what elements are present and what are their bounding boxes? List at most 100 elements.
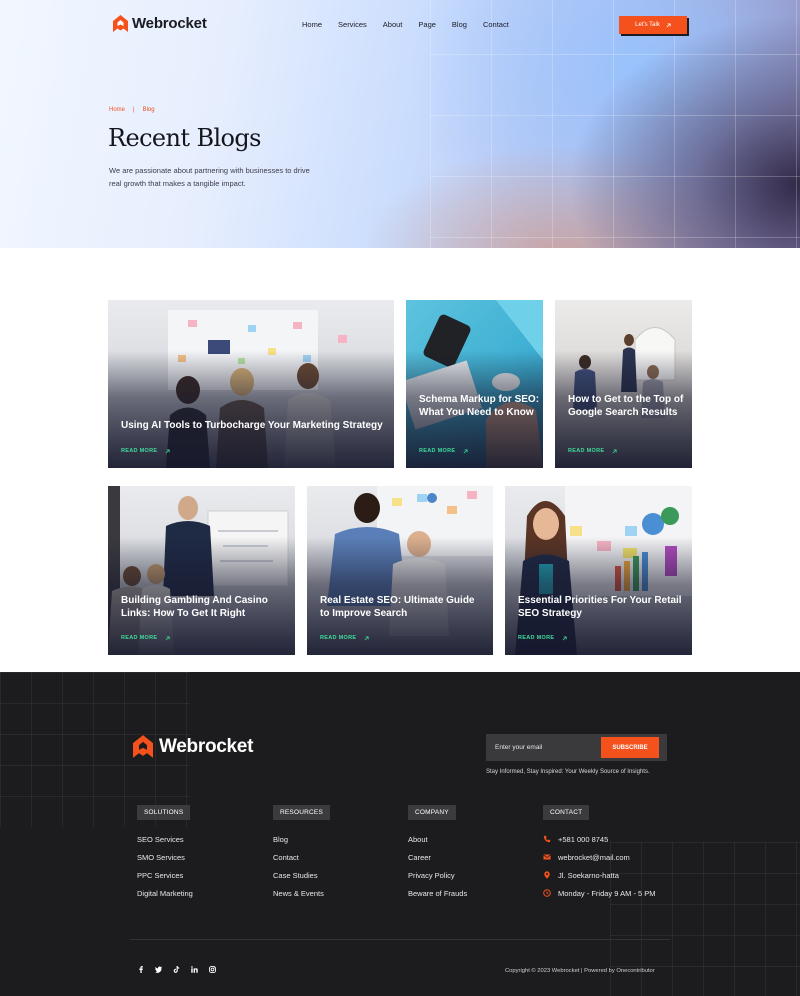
arrow-up-right-icon xyxy=(562,635,567,640)
rocket-logo-icon xyxy=(113,15,128,32)
social-links xyxy=(137,966,216,973)
phone-icon xyxy=(543,835,551,843)
hero-section: Webrocket Home Services About Page Blog … xyxy=(0,0,800,248)
footer-link[interactable]: Digital Marketing xyxy=(137,889,193,907)
contact-phone[interactable]: +581 000 8745 xyxy=(543,835,656,853)
footer-link[interactable]: PPC Services xyxy=(137,871,193,889)
blog-card[interactable]: Building Gambling And Casino Links: How … xyxy=(108,486,295,655)
footer: Webrocket SUBSCRIBE Stay Informed, Stay … xyxy=(0,672,800,996)
blog-card-title[interactable]: How to Get to the Top of Google Search R… xyxy=(568,393,692,419)
logo[interactable]: Webrocket xyxy=(113,15,207,32)
footer-link[interactable]: SMO Services xyxy=(137,853,193,871)
nav-item-contact[interactable]: Contact xyxy=(483,20,509,29)
subscribe-button[interactable]: SUBSCRIBE xyxy=(601,737,659,758)
blog-card-title[interactable]: Essential Priorities For Your Retail SEO… xyxy=(518,594,690,620)
footer-link[interactable]: Case Studies xyxy=(273,871,324,889)
read-more-label: READ MORE xyxy=(121,448,158,454)
breadcrumb: Home | Blog xyxy=(109,107,155,113)
blog-card-title[interactable]: Using AI Tools to Turbocharge Your Marke… xyxy=(121,419,391,432)
footer-heading-company: COMPANY xyxy=(408,805,456,820)
contact-text: Monday - Friday 9 AM - 5 PM xyxy=(558,889,656,898)
read-more-link[interactable]: READ MORE xyxy=(320,635,369,641)
blog-card[interactable]: Real Estate SEO: Ultimate Guide to Impro… xyxy=(307,486,493,655)
page-title: Recent Blogs xyxy=(108,124,261,152)
newsletter-tagline: Stay Informed, Stay Inspired: Your Weekl… xyxy=(486,769,650,775)
arrow-up-right-icon xyxy=(463,448,468,453)
nav-item-page[interactable]: Page xyxy=(418,20,436,29)
read-more-label: READ MORE xyxy=(518,635,555,641)
footer-link[interactable]: Privacy Policy xyxy=(408,871,467,889)
card-overlay xyxy=(406,300,543,468)
blog-card-title[interactable]: Schema Markup for SEO: What You Need to … xyxy=(419,393,541,419)
contact-address: Jl. Soekarno-hatta xyxy=(543,871,656,889)
footer-link[interactable]: Beware of Frauds xyxy=(408,889,467,907)
footer-logo[interactable]: Webrocket xyxy=(133,735,253,758)
footer-links-solutions: SEO Services SMO Services PPC Services D… xyxy=(137,835,193,907)
nav-item-about[interactable]: About xyxy=(383,20,403,29)
card-overlay xyxy=(108,300,394,468)
card-overlay xyxy=(555,300,692,468)
nav-item-services[interactable]: Services xyxy=(338,20,367,29)
blog-card[interactable]: Schema Markup for SEO: What You Need to … xyxy=(406,300,543,468)
footer-heading-contact: CONTACT xyxy=(543,805,590,820)
rocket-logo-icon xyxy=(133,735,153,758)
blog-card-title[interactable]: Real Estate SEO: Ultimate Guide to Impro… xyxy=(320,594,480,620)
contact-text: Jl. Soekarno-hatta xyxy=(558,871,619,880)
footer-logo-text: Webrocket xyxy=(159,735,254,757)
card-overlay xyxy=(108,486,295,655)
facebook-icon[interactable] xyxy=(137,966,144,973)
arrow-up-right-icon xyxy=(612,448,617,453)
newsletter-form: SUBSCRIBE xyxy=(486,734,667,761)
read-more-link[interactable]: READ MORE xyxy=(568,448,617,454)
breadcrumb-home[interactable]: Home xyxy=(109,107,125,113)
footer-link[interactable]: Contact xyxy=(273,853,324,871)
footer-link[interactable]: Blog xyxy=(273,835,324,853)
blog-card-title[interactable]: Building Gambling And Casino Links: How … xyxy=(121,594,291,620)
footer-links-resources: Blog Contact Case Studies News & Events xyxy=(273,835,324,907)
read-more-label: READ MORE xyxy=(320,635,357,641)
footer-divider xyxy=(130,939,670,940)
footer-links-company: About Career Privacy Policy Beware of Fr… xyxy=(408,835,467,907)
arrow-up-right-icon xyxy=(364,635,369,640)
read-more-link[interactable]: READ MORE xyxy=(121,448,170,454)
footer-link[interactable]: News & Events xyxy=(273,889,324,907)
read-more-label: READ MORE xyxy=(419,448,456,454)
twitter-icon[interactable] xyxy=(155,966,162,973)
tiktok-icon[interactable] xyxy=(173,966,180,973)
nav-item-home[interactable]: Home xyxy=(302,20,322,29)
blog-card[interactable]: Essential Priorities For Your Retail SEO… xyxy=(505,486,692,655)
arrow-up-right-icon xyxy=(666,22,671,27)
mail-icon xyxy=(543,853,551,861)
read-more-label: READ MORE xyxy=(121,635,158,641)
arrow-up-right-icon xyxy=(165,635,170,640)
clock-icon xyxy=(543,889,551,897)
footer-heading-resources: RESOURCES xyxy=(273,805,330,820)
email-input[interactable] xyxy=(486,734,598,761)
card-overlay xyxy=(307,486,493,655)
contact-email[interactable]: webrocket@mail.com xyxy=(543,853,656,871)
blog-card[interactable]: Using AI Tools to Turbocharge Your Marke… xyxy=(108,300,394,468)
hero-grid-decoration xyxy=(430,0,800,248)
breadcrumb-current: Blog xyxy=(142,107,155,113)
breadcrumb-separator: | xyxy=(133,107,135,113)
nav-item-blog[interactable]: Blog xyxy=(452,20,467,29)
linkedin-icon[interactable] xyxy=(191,966,198,973)
read-more-link[interactable]: READ MORE xyxy=(518,635,567,641)
instagram-icon[interactable] xyxy=(209,966,216,973)
lets-talk-label: Let's Talk xyxy=(635,22,660,28)
read-more-label: READ MORE xyxy=(568,448,605,454)
footer-link[interactable]: SEO Services xyxy=(137,835,193,853)
main-nav: Home Services About Page Blog Contact xyxy=(302,20,525,29)
lets-talk-button[interactable]: Let's Talk xyxy=(619,16,687,34)
footer-heading-solutions: SOLUTIONS xyxy=(137,805,191,820)
footer-link[interactable]: Career xyxy=(408,853,467,871)
footer-link[interactable]: About xyxy=(408,835,467,853)
hero-description: We are passionate about partnering with … xyxy=(109,166,310,188)
read-more-link[interactable]: READ MORE xyxy=(419,448,468,454)
blog-card[interactable]: How to Get to the Top of Google Search R… xyxy=(555,300,692,468)
card-overlay xyxy=(505,486,692,655)
footer-contact-list: +581 000 8745 webrocket@mail.com Jl. Soe… xyxy=(543,835,656,907)
read-more-link[interactable]: READ MORE xyxy=(121,635,170,641)
contact-text: +581 000 8745 xyxy=(558,835,609,844)
arrow-up-right-icon xyxy=(165,448,170,453)
